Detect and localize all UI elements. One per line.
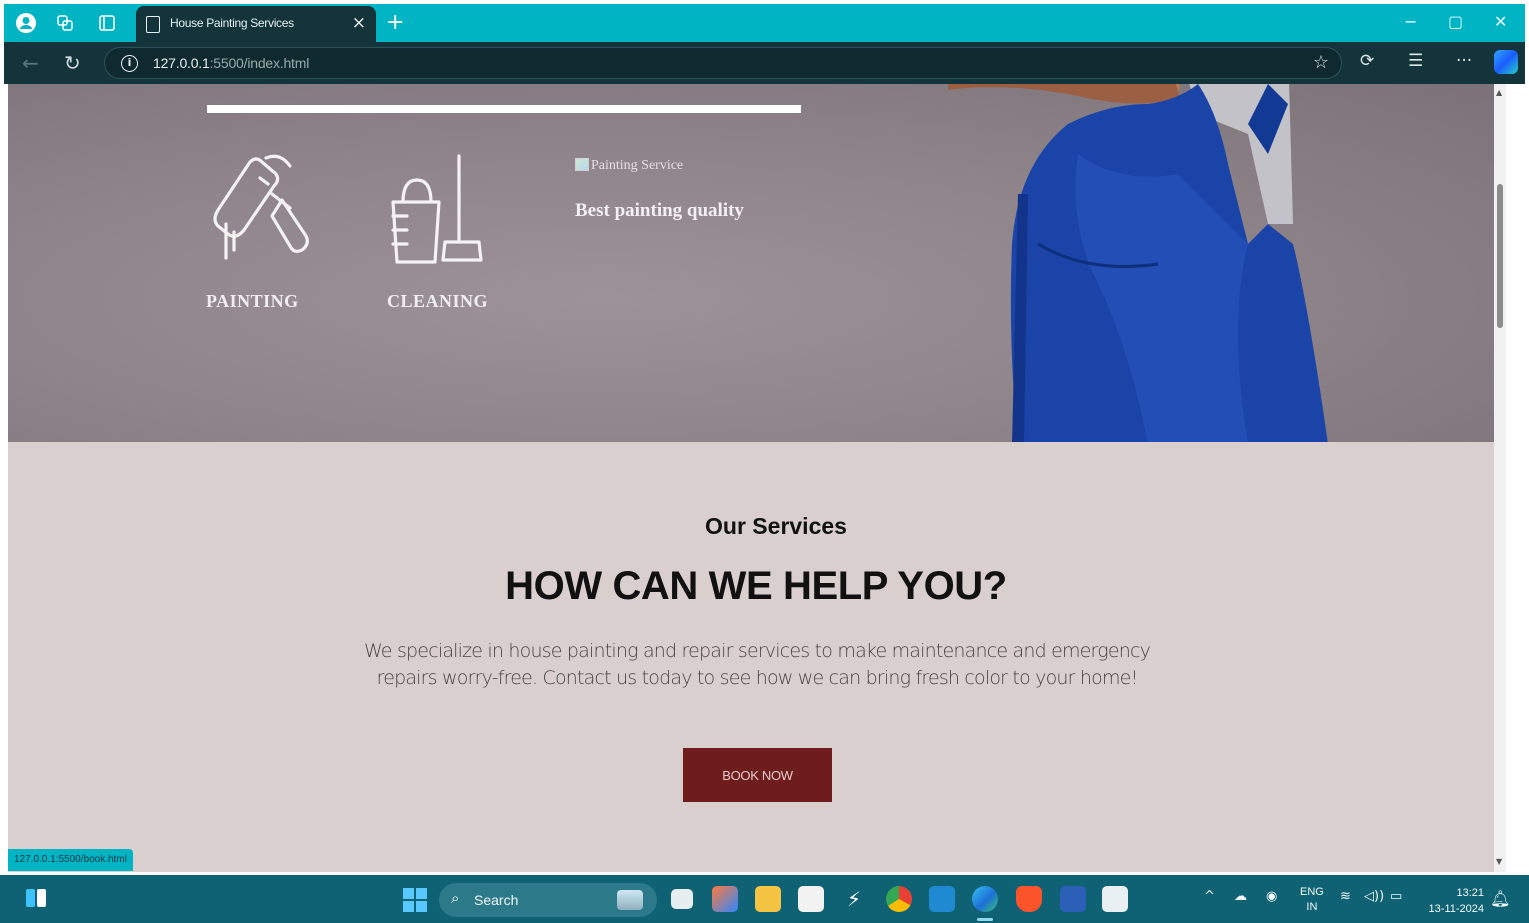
tab-title: House Painting Services bbox=[170, 16, 294, 30]
battery-icon[interactable]: ▭ bbox=[1390, 889, 1402, 904]
broken-image-placeholder: Painting Service bbox=[575, 158, 683, 174]
workspaces-icon[interactable] bbox=[54, 12, 76, 34]
notepad-icon[interactable] bbox=[1102, 886, 1128, 912]
tab-actions-icon[interactable] bbox=[96, 12, 118, 34]
paint-roller-icon bbox=[213, 154, 309, 260]
favorites-icon[interactable]: ☰ bbox=[1408, 51, 1423, 71]
task-view-icon[interactable] bbox=[671, 889, 693, 909]
word-icon[interactable] bbox=[1060, 886, 1086, 912]
services-section: Our Services HOW CAN WE HELP YOU? We spe… bbox=[8, 442, 1494, 872]
favorite-star-icon[interactable]: ☆ bbox=[1313, 52, 1329, 73]
site-info-icon[interactable]: i bbox=[121, 55, 138, 72]
search-icon: ⌕ bbox=[451, 889, 460, 907]
hero-divider-line bbox=[207, 105, 801, 113]
service-label-painting: PAINTING bbox=[206, 291, 299, 311]
active-app-indicator bbox=[977, 918, 993, 921]
copilot-icon[interactable] bbox=[1494, 50, 1518, 74]
terminal-icon[interactable]: ⚡ bbox=[841, 886, 867, 912]
edge-icon[interactable] bbox=[972, 886, 998, 912]
broken-image-icon bbox=[575, 158, 589, 171]
start-button[interactable] bbox=[403, 888, 427, 912]
close-window-button[interactable]: ✕ bbox=[1494, 12, 1507, 31]
scroll-thumb[interactable] bbox=[1497, 184, 1503, 328]
page-scrollbar[interactable]: ▲ ▼ bbox=[1494, 84, 1506, 872]
address-bar[interactable]: i 127.0.0.1:5500/index.html ☆ bbox=[104, 47, 1342, 79]
document-icon bbox=[146, 16, 160, 33]
section-description: We specialize in house painting and repa… bbox=[363, 640, 1151, 689]
book-now-button[interactable]: BOOK NOW bbox=[683, 748, 832, 802]
volume-icon[interactable]: ◁)) bbox=[1364, 889, 1384, 904]
back-arrow-icon[interactable]: ← bbox=[22, 51, 39, 75]
clock[interactable]: 13:21 13-11-2024 bbox=[1416, 885, 1484, 917]
weather-icon[interactable]: ☁ bbox=[1234, 889, 1247, 904]
more-menu-icon[interactable]: ··· bbox=[1456, 51, 1472, 71]
refresh-icon[interactable]: ↻ bbox=[64, 51, 81, 75]
copilot-app-icon[interactable] bbox=[712, 886, 738, 912]
extensions-icon[interactable]: ⟳ bbox=[1360, 51, 1374, 71]
maximize-button[interactable]: ▢ bbox=[1448, 12, 1463, 31]
hero-banner: PAINTING CLEANING Painting Service Best … bbox=[8, 84, 1494, 442]
file-explorer-icon[interactable] bbox=[755, 886, 781, 912]
section-heading: HOW CAN WE HELP YOU? bbox=[505, 564, 1007, 608]
image-alt-text: Painting Service bbox=[591, 158, 684, 173]
painter-photo bbox=[948, 84, 1328, 442]
brave-icon[interactable] bbox=[1016, 886, 1042, 912]
store-icon[interactable] bbox=[798, 886, 824, 912]
widgets-icon[interactable] bbox=[26, 887, 46, 909]
scroll-up-arrow-icon[interactable]: ▲ bbox=[1496, 88, 1502, 97]
tab-close-button[interactable]: × bbox=[352, 13, 366, 33]
new-tab-button[interactable]: + bbox=[386, 10, 404, 35]
network-globe-icon[interactable]: ◉ bbox=[1266, 889, 1277, 904]
url-text[interactable]: 127.0.0.1:5500/index.html bbox=[153, 55, 309, 71]
bucket-mop-icon bbox=[391, 154, 483, 264]
browser-toolbar: ← ↻ i 127.0.0.1:5500/index.html ☆ ⟳ ☰ ··… bbox=[4, 42, 1525, 84]
section-kicker: Our Services bbox=[705, 513, 847, 539]
link-preview-status: 127.0.0.1:5500/book.html bbox=[8, 849, 133, 871]
profile-icon[interactable] bbox=[15, 12, 37, 34]
hero-caption: Best painting quality bbox=[575, 200, 744, 221]
search-highlight-icon bbox=[617, 890, 643, 910]
search-label: Search bbox=[474, 892, 519, 908]
page-viewport: PAINTING CLEANING Painting Service Best … bbox=[8, 84, 1506, 872]
minimize-button[interactable]: − bbox=[1404, 12, 1417, 31]
language-indicator[interactable]: ENG IN bbox=[1300, 885, 1324, 915]
notification-bell-icon[interactable]: 🔔︎ bbox=[1490, 889, 1510, 908]
service-label-cleaning: CLEANING bbox=[387, 291, 489, 311]
windows-taskbar: ⌕ Search ⚡ ^ ☁ ◉ ENG IN ≋ ◁)) ▭ 13:21 13-1… bbox=[0, 875, 1529, 923]
vscode-icon[interactable] bbox=[929, 886, 955, 912]
scroll-down-arrow-icon[interactable]: ▼ bbox=[1496, 857, 1502, 866]
browser-title-bar: House Painting Services × + − ▢ ✕ bbox=[4, 4, 1525, 42]
tray-overflow-chevron-icon[interactable]: ^ bbox=[1204, 889, 1215, 904]
taskbar-search[interactable]: ⌕ Search bbox=[439, 883, 657, 917]
wifi-icon[interactable]: ≋ bbox=[1340, 889, 1351, 904]
chrome-icon[interactable] bbox=[886, 886, 912, 912]
tab-house-painting-services[interactable]: House Painting Services × bbox=[136, 6, 376, 42]
